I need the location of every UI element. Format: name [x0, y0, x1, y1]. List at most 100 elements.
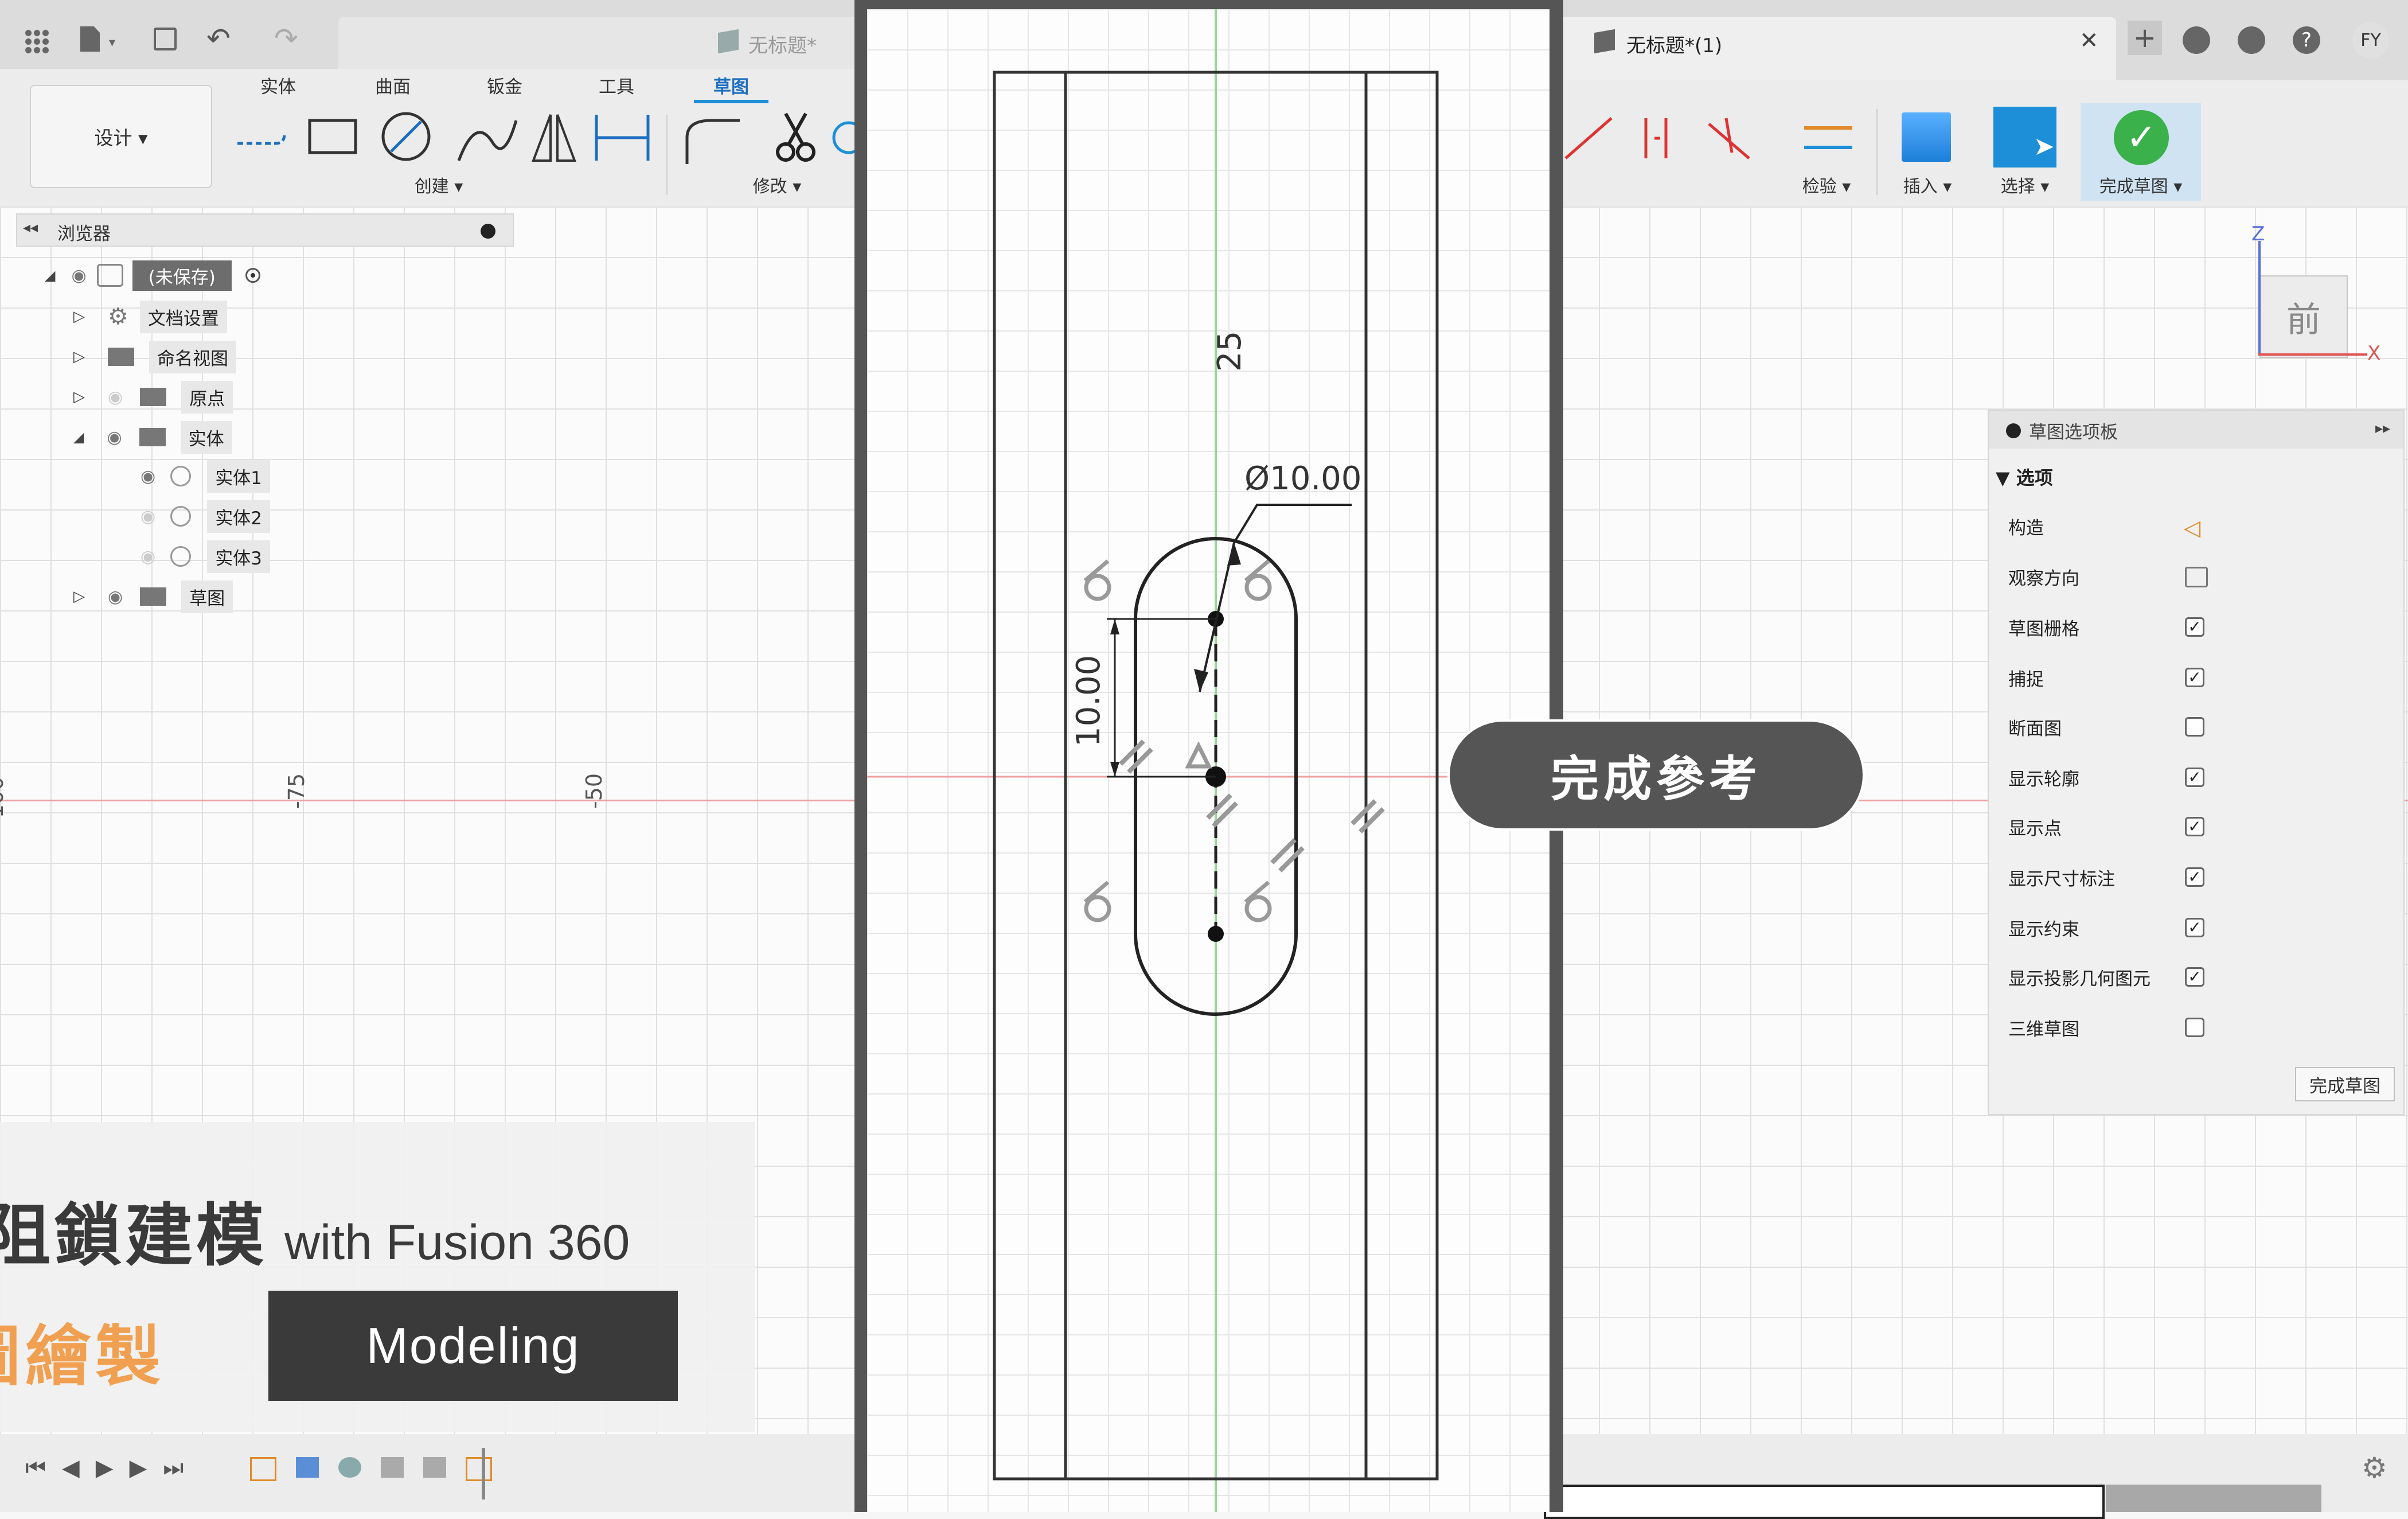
options-section-header[interactable]: ▼ 选项 [1996, 464, 2053, 490]
eye-hidden-icon[interactable]: ◉ [108, 387, 123, 407]
option-construction[interactable]: 构造 [2008, 506, 2408, 546]
close-tab-icon[interactable]: ✕ [2079, 28, 2099, 54]
tree-item-body1[interactable]: ◉ 实体1 [141, 459, 270, 493]
tab-solid[interactable]: 实体 [247, 72, 310, 98]
save-icon[interactable] [154, 28, 177, 50]
extensions-icon[interactable] [2183, 26, 2210, 54]
option-slice[interactable]: 断面图 [2008, 707, 2408, 747]
settings-gear-icon[interactable]: ⚙ [2362, 1451, 2387, 1485]
option-show-constraints[interactable]: 显示约束 [2008, 907, 2408, 948]
undo-icon[interactable]: ↶ [206, 22, 231, 55]
timeline-controls[interactable]: ⏮◀▶▶⏭ [25, 1455, 200, 1481]
eye-icon[interactable]: ◉ [141, 466, 155, 486]
left-red-axis [0, 800, 860, 801]
look-at-icon[interactable] [2185, 567, 2208, 587]
dropdown-caret-icon[interactable]: ▾ [109, 36, 115, 50]
x-axis-line [2258, 353, 2367, 356]
file-icon[interactable] [80, 26, 100, 52]
collapsed-triangle-icon[interactable]: ▷ [73, 588, 85, 605]
insert-label[interactable]: 插入 ▾ [1890, 172, 1965, 197]
subtitle-cn: 圖繪製 [0, 1318, 166, 1395]
combine-feature-icon[interactable] [423, 1457, 446, 1478]
checkbox-show-points[interactable]: ✓ [2185, 817, 2204, 836]
folder-icon [139, 428, 166, 446]
collapsed-triangle-icon[interactable]: ▷ [73, 308, 85, 325]
insert-image-icon[interactable] [1902, 112, 1951, 162]
tab-surface[interactable]: 曲面 [361, 72, 424, 98]
checkbox-3d-sketch[interactable] [2185, 1018, 2204, 1037]
option-show-projected[interactable]: 显示投影几何图元 [2008, 957, 2408, 997]
tree-item-body2[interactable]: ◉ 实体2 [141, 500, 270, 533]
modify-group-label[interactable]: 修改 ▾ [740, 172, 814, 197]
extrude-feature-icon[interactable] [296, 1457, 319, 1478]
app-grid-icon[interactable] [24, 29, 49, 54]
create-group-label[interactable]: 创建 ▾ [401, 172, 476, 197]
active-radio-icon[interactable] [245, 268, 260, 283]
option-3d-sketch[interactable]: 三维草图 [2008, 1007, 2408, 1047]
eye-hidden-icon[interactable]: ◉ [141, 507, 155, 527]
help-icon[interactable]: ? [2293, 26, 2320, 54]
browser-minimize-icon[interactable] [481, 224, 495, 239]
viewcube[interactable]: 前 [2259, 275, 2348, 358]
palette-minimize-icon[interactable] [2006, 423, 2021, 438]
option-show-points[interactable]: 显示点 [2008, 807, 2408, 847]
revolve-feature-icon[interactable] [338, 1457, 361, 1478]
checkbox-slice[interactable] [2185, 717, 2204, 737]
dimension-25: 25 [1211, 330, 1248, 372]
tree-item-body3[interactable]: ◉ 实体3 [141, 540, 270, 573]
collapse-left-icon[interactable]: ◂◂ [23, 219, 38, 236]
eye-icon[interactable]: ◉ [71, 266, 86, 286]
expand-right-icon[interactable]: ▸▸ [2375, 420, 2390, 437]
collapsed-triangle-icon[interactable]: ▷ [73, 348, 85, 365]
tree-item-bodies[interactable]: ◢ ◉ 实体 [73, 420, 232, 454]
checkbox-show-dimensions[interactable]: ✓ [2185, 867, 2204, 887]
option-show-profile[interactable]: 显示轮廓 [2008, 757, 2408, 797]
options-section-label: 选项 [2016, 467, 2053, 489]
tab-sheetmetal[interactable]: 钣金 [473, 72, 536, 98]
finish-sketch-check-icon[interactable]: ✓ [2114, 110, 2169, 165]
design-workspace-button[interactable]: 设计 ▾ [30, 85, 212, 188]
browser-title: 浏览器 [57, 224, 111, 244]
checkbox-show-profile[interactable]: ✓ [2185, 768, 2204, 787]
tab-sketch[interactable]: 草图 [694, 72, 768, 98]
inspect-label[interactable]: 检验 ▾ [1789, 172, 1864, 197]
checkbox-sketch-grid[interactable]: ✓ [2185, 617, 2204, 637]
timeline-marker[interactable] [482, 1448, 485, 1499]
toolbar-separator [666, 115, 668, 195]
modify-tools-icons [685, 112, 865, 164]
tab-tools[interactable]: 工具 [585, 72, 648, 98]
tree-item-origin[interactable]: ▷ ◉ 原点 [73, 380, 233, 414]
option-look-at[interactable]: 观察方向 [2008, 556, 2408, 597]
option-show-dimensions[interactable]: 显示尺寸标注 [2008, 857, 2408, 897]
checkbox-show-projected[interactable]: ✓ [2185, 967, 2204, 987]
sketch-feature-icon[interactable] [466, 1457, 492, 1481]
collapsed-triangle-icon[interactable]: ▷ [73, 388, 85, 406]
checkbox-show-constraints[interactable]: ✓ [2185, 918, 2204, 937]
expanded-triangle-icon[interactable]: ◢ [45, 267, 55, 283]
dim-arrow [1110, 762, 1119, 777]
palette-finish-sketch-button[interactable]: 完成草图 [2295, 1067, 2395, 1101]
option-snap[interactable]: 捕捉 [2008, 657, 2408, 698]
redo-icon[interactable]: ↷ [274, 22, 298, 55]
timeline-features[interactable] [250, 1457, 492, 1481]
tree-item-document-settings[interactable]: ▷ ⚙ 文档设置 [73, 300, 227, 333]
combine-feature-icon[interactable] [381, 1457, 404, 1478]
expanded-triangle-icon[interactable]: ◢ [73, 429, 84, 445]
tree-item-sketches[interactable]: ▷ ◉ 草图 [73, 580, 233, 613]
checkbox-snap[interactable]: ✓ [2185, 668, 2204, 687]
dimension-tool-icon [595, 115, 650, 161]
construction-icon[interactable]: ◁ [2184, 515, 2200, 540]
new-tab-icon[interactable]: + [2128, 21, 2162, 55]
measure-icon[interactable] [1804, 126, 1852, 149]
user-avatar[interactable]: FY [2352, 22, 2389, 59]
eye-icon[interactable]: ◉ [108, 587, 123, 607]
finish-sketch-label[interactable]: 完成草图 ▾ [2086, 172, 2195, 197]
eye-hidden-icon[interactable]: ◉ [141, 547, 155, 567]
select-label[interactable]: 选择 ▾ [1988, 172, 2062, 197]
tree-item-named-views[interactable]: ▷ 命名视图 [73, 340, 236, 373]
tree-root[interactable]: ◢ ◉ (未保存) [45, 259, 260, 291]
job-status-icon[interactable] [2238, 26, 2265, 54]
option-sketch-grid[interactable]: 草图栅格 [2008, 607, 2408, 647]
sketch-feature-icon[interactable] [250, 1457, 276, 1481]
eye-icon[interactable]: ◉ [107, 427, 122, 447]
